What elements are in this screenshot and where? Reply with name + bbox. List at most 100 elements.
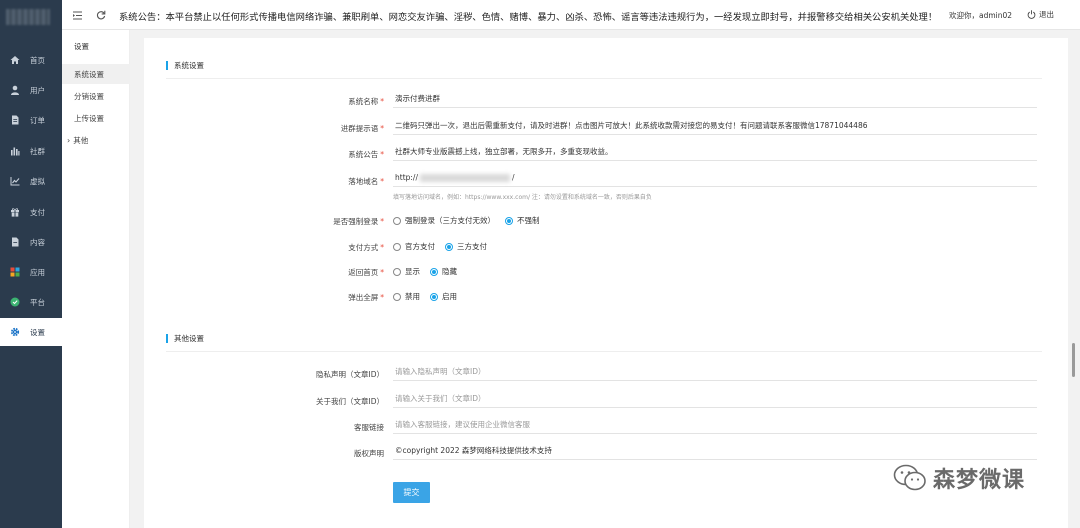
section-divider [166,351,1042,352]
copyright-input[interactable]: ©copyright 2022 森梦网络科技提供技术支持 [393,442,1037,460]
field-label-popup-full: 弹出全屏 * [348,293,384,302]
wechat-icon [893,464,926,491]
sidebar-item-label: 订单 [30,115,45,125]
refresh-icon[interactable] [96,10,106,20]
watermark-text: 森梦微课 [933,468,1026,493]
force-login-option-none[interactable]: 不强制 [505,215,540,226]
menu-toggle-icon[interactable] [73,10,83,20]
popup-full-option-disable[interactable]: 禁用 [393,291,420,302]
settings-submenu: 设置 系统设置 分销设置 上传设置 › 其他 [62,30,130,528]
logout-label: 退出 [1039,10,1054,19]
field-label-domain: 落地域名 * [348,177,384,186]
page-scrollbar-thumb[interactable] [1072,343,1075,377]
section-accent-bar [166,334,168,343]
sidebar-item-home[interactable]: 首页 [0,46,62,74]
section-title: 其他设置 [174,334,204,343]
sidebar-item-label: 应用 [30,267,45,277]
pay-method-radio-group: 官方支付 三方支付 [393,241,497,252]
submit-button[interactable]: 提交 [393,482,430,503]
watermark: 森梦微课 [893,462,1025,494]
sidebar-item-content[interactable]: 内容 [0,228,62,256]
field-label-service-link: 客服链接 [354,423,384,432]
main-sidebar: 首页 用户 订单 社群 虚拟 支付 内容 应用 平台 设置 [0,0,62,528]
top-bar: 系统公告：本平台禁止以任何形式传播电信网络诈骗、兼职刷单、网恋交友诈骗、淫秽、色… [62,0,1080,30]
field-label-copyright: 版权声明 [354,449,384,458]
logo [6,9,50,25]
platform-icon [10,297,20,307]
submenu-item-label: 上传设置 [74,113,104,123]
submenu-item-system[interactable]: 系统设置 [62,64,130,84]
field-label-privacy: 隐私声明（文章ID） [316,370,384,379]
submenu-title: 设置 [74,42,89,51]
welcome-text: 欢迎你，admin02 [949,11,1013,20]
gift-icon [10,207,20,217]
field-label-back-home: 返回首页 * [348,268,384,277]
apps-icon [10,267,20,277]
submenu-item-upload[interactable]: 上传设置 [62,108,130,128]
sidebar-item-label: 平台 [30,297,45,307]
sidebar-item-label: 社群 [30,146,45,156]
power-icon [1027,10,1036,19]
domain-input[interactable]: http:// / [393,169,1037,187]
logout-button[interactable]: 退出 [1027,9,1054,20]
domain-redacted [419,173,510,182]
popup-full-option-enable[interactable]: 启用 [430,291,457,302]
service-link-input[interactable]: 请输入客服链接，建议使用企业微信客服 [393,416,1037,434]
order-icon [10,115,20,125]
popup-full-radio-group: 禁用 启用 [393,291,467,302]
sidebar-item-label: 用户 [30,85,45,95]
force-login-option-force[interactable]: 强制登录（三方支付无效） [393,215,495,226]
section-accent-bar [166,61,168,70]
pay-method-option-official[interactable]: 官方支付 [393,241,435,252]
system-name-input[interactable]: 演示付费进群 [393,90,1037,108]
back-home-option-show[interactable]: 显示 [393,266,420,277]
sidebar-item-label: 设置 [30,327,45,337]
field-label-system-name: 系统名称 * [348,97,384,106]
field-label-force-login: 是否强制登录 * [333,217,384,226]
chart-icon [10,176,20,186]
sidebar-item-label: 支付 [30,207,45,217]
sidebar-item-label: 首页 [30,55,45,65]
sidebar-item-payment[interactable]: 支付 [0,198,62,226]
document-icon [10,237,20,247]
submenu-item-label: 系统设置 [74,69,104,79]
section-system-settings: 系统设置 [166,60,204,71]
chevron-right-icon: › [67,135,71,145]
gear-icon [10,327,20,337]
submenu-item-distribution[interactable]: 分销设置 [62,86,130,106]
community-icon [10,146,20,156]
back-home-option-hide[interactable]: 隐藏 [430,266,457,277]
field-label-about: 关于我们（文章ID） [316,397,384,406]
submenu-item-label: 其他 [73,135,89,145]
sidebar-item-platform[interactable]: 平台 [0,288,62,316]
field-label-announcement: 系统公告 * [348,150,384,159]
sidebar-item-label: 内容 [30,237,45,247]
sidebar-item-settings[interactable]: 设置 [0,318,62,346]
system-notice: 系统公告：本平台禁止以任何形式传播电信网络诈骗、兼职刷单、网恋交友诈骗、淫秽、色… [119,12,938,23]
submenu-item-other[interactable]: › 其他 [62,130,130,150]
section-divider [166,78,1042,79]
section-title: 系统设置 [174,61,204,70]
domain-suffix: / [511,173,515,182]
sidebar-item-community[interactable]: 社群 [0,137,62,165]
submenu-item-label: 分销设置 [74,91,104,101]
domain-prefix: http:// [395,173,418,182]
home-icon [10,55,20,65]
sidebar-item-user[interactable]: 用户 [0,76,62,104]
announcement-input[interactable]: 社群大师专业版震撼上线，独立部署，无限多开，多重变现收益。 [393,143,1037,161]
sidebar-item-order[interactable]: 订单 [0,106,62,134]
settings-form-panel: 系统设置 系统名称 * 演示付费进群 进群提示语 * 二维码只弹出一次，退出后需重新… [144,38,1068,528]
field-label-join-tip: 进群提示语 * [340,124,384,133]
about-article-input[interactable]: 请输入关于我们（文章ID） [393,390,1037,408]
user-icon [10,85,20,95]
sidebar-item-virtual[interactable]: 虚拟 [0,167,62,195]
pay-method-option-third-party[interactable]: 三方支付 [445,241,487,252]
section-other-settings: 其他设置 [166,333,204,344]
sidebar-item-label: 虚拟 [30,176,45,186]
join-tip-input[interactable]: 二维码只弹出一次，退出后需重新支付，请及时进群！点击图片可放大！此系统收款需对接… [393,117,1037,135]
domain-hint: 填写落地访问域名，例如：https://www.xxx.com/ 注：请勿设置和… [393,194,652,201]
back-home-radio-group: 显示 隐藏 [393,266,467,277]
sidebar-item-apps[interactable]: 应用 [0,258,62,286]
force-login-radio-group: 强制登录（三方支付无效） 不强制 [393,215,550,226]
privacy-article-input[interactable]: 请输入隐私声明（文章ID） [393,363,1037,381]
